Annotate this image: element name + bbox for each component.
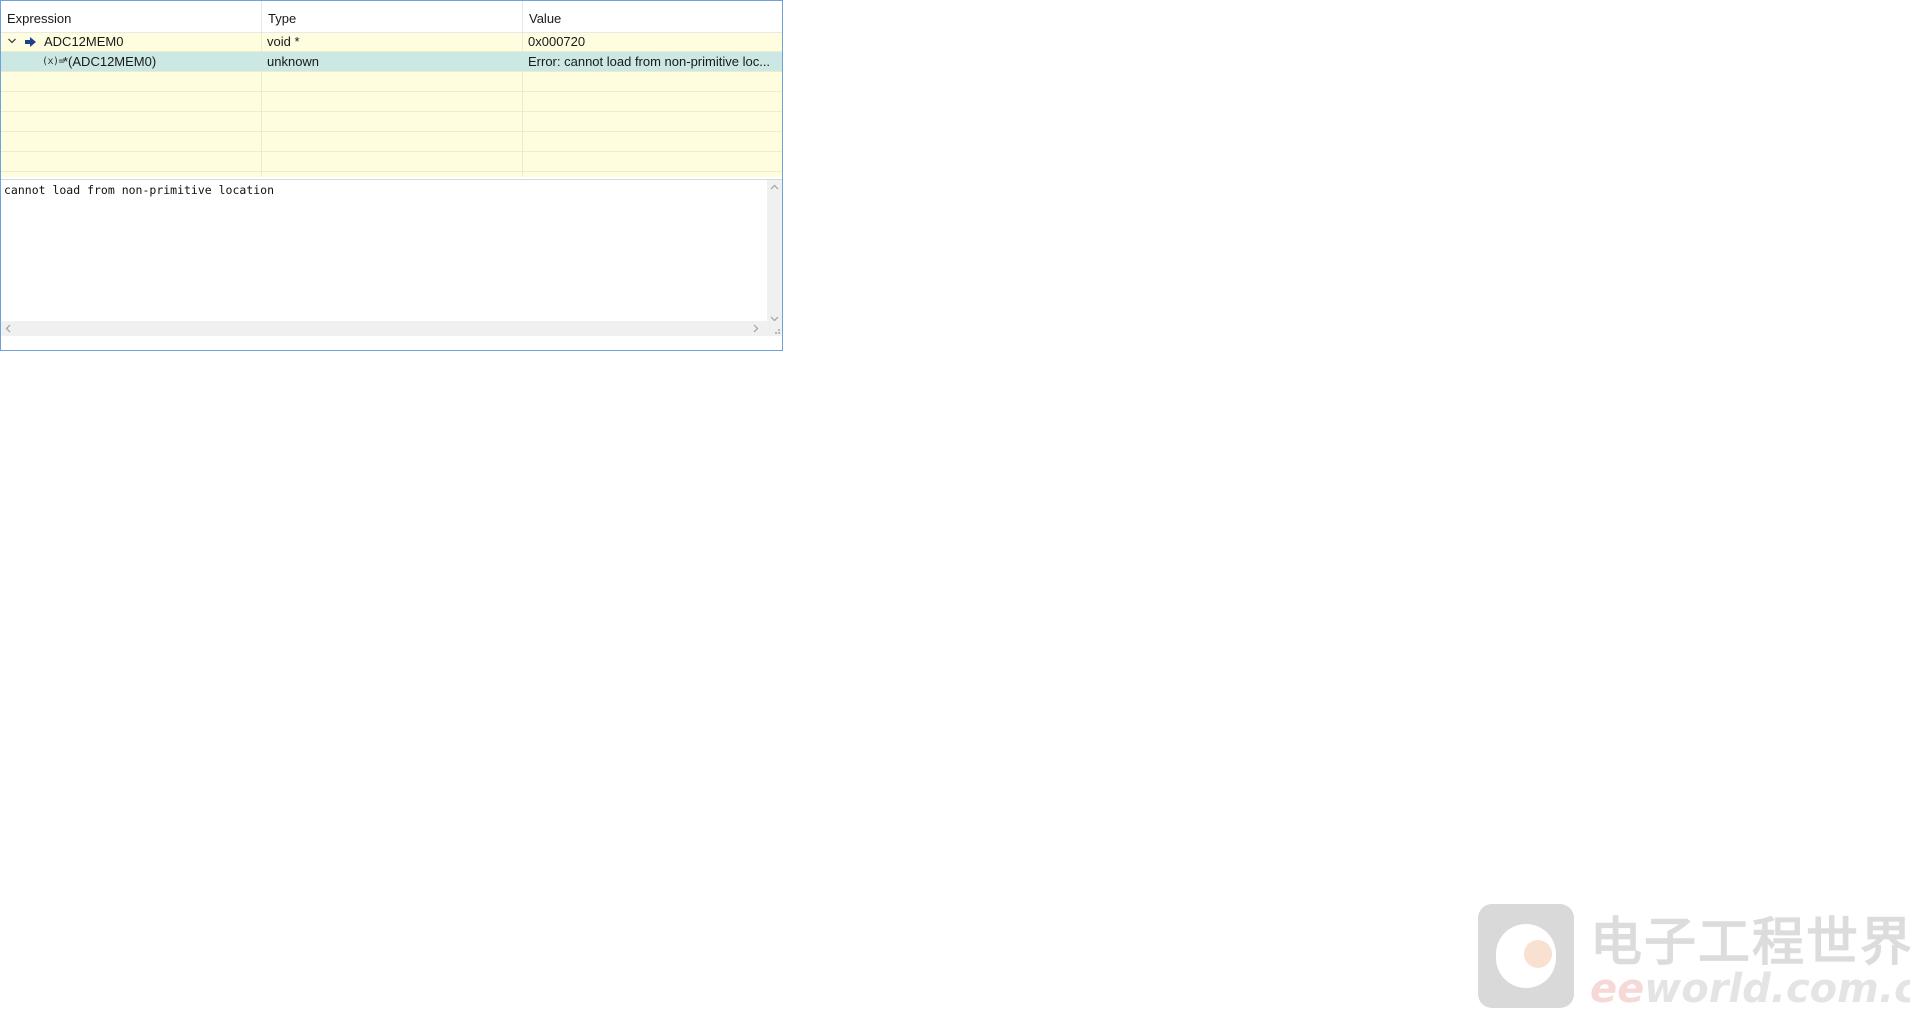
- empty-row[interactable]: [1, 152, 782, 172]
- type-cell: void *: [267, 34, 300, 49]
- column-header-expression[interactable]: Expression: [1, 1, 261, 32]
- value-cell[interactable]: 0x000720: [528, 32, 780, 52]
- detail-pane[interactable]: cannot load from non-primitive location: [1, 179, 782, 336]
- table-row[interactable]: (x)= *(ADC12MEM0) unknown Error: cannot …: [1, 52, 782, 72]
- table-row[interactable]: ADC12MEM0 void * 0x000720: [1, 32, 782, 52]
- expression-cell[interactable]: ADC12MEM0: [44, 32, 259, 52]
- expressions-table: Expression Type Value ADC12MEM0 void * 0…: [1, 1, 782, 177]
- expression-cell[interactable]: *(ADC12MEM0): [63, 52, 259, 72]
- watermark-cn-text: 电子工程世界: [1590, 913, 1910, 973]
- vertical-scrollbar[interactable]: [767, 180, 782, 336]
- watermark-en-rest: world.com.cn: [1644, 966, 1910, 1012]
- empty-row[interactable]: [1, 72, 782, 92]
- scroll-right-icon[interactable]: [753, 324, 759, 333]
- site-watermark: 电子工程世界 eeworld.com.cn: [1478, 900, 1910, 1016]
- arrow-right-icon: [25, 37, 36, 47]
- empty-row[interactable]: [1, 112, 782, 132]
- scroll-up-icon[interactable]: [770, 184, 779, 190]
- watermark-en-text: eeworld.com.cn: [1590, 966, 1910, 1012]
- table-header: Expression Type Value: [1, 1, 782, 33]
- expressions-panel: Expression Type Value ADC12MEM0 void * 0…: [0, 0, 783, 351]
- watermark-logo-icon: [1478, 904, 1574, 1008]
- column-header-value[interactable]: Value: [523, 1, 782, 32]
- detail-text[interactable]: cannot load from non-primitive location: [4, 183, 274, 197]
- variable-icon: (x)=: [42, 56, 65, 67]
- horizontal-scrollbar[interactable]: [1, 321, 767, 336]
- empty-row[interactable]: [1, 132, 782, 152]
- scroll-left-icon[interactable]: [5, 324, 11, 333]
- type-cell: unknown: [267, 54, 320, 69]
- resize-grip-icon[interactable]: [767, 321, 782, 336]
- empty-row[interactable]: [1, 92, 782, 112]
- value-cell[interactable]: Error: cannot load from non-primitive lo…: [528, 52, 781, 72]
- watermark-en-prefix: ee: [1590, 966, 1645, 1012]
- column-header-type[interactable]: Type: [262, 1, 522, 32]
- chevron-down-icon[interactable]: [8, 37, 16, 45]
